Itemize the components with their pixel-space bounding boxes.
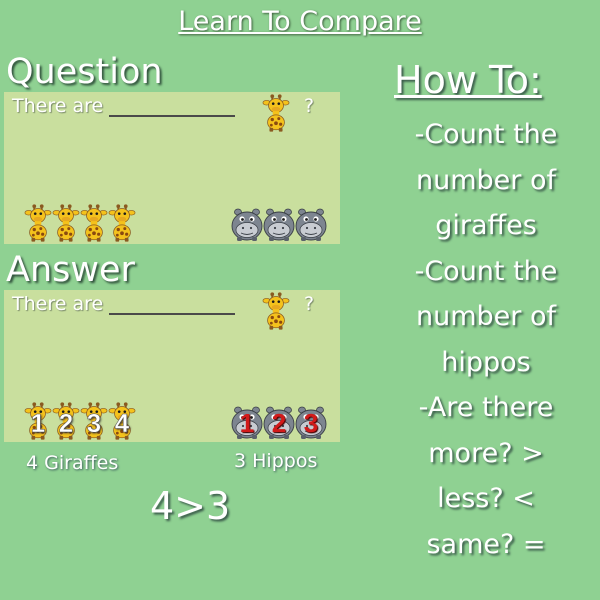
giraffe-count-number: 2 [58, 408, 74, 439]
hippo-icon [262, 206, 296, 242]
howto-title: How To: [394, 58, 542, 102]
question-heading: Question [6, 52, 163, 92]
question-mark: ? [304, 95, 315, 117]
hippo-icon [294, 206, 328, 242]
giraffe-icon [24, 204, 52, 242]
howto-line: -Are there [418, 392, 554, 423]
comparison-result: 4>3 [150, 484, 231, 528]
answer-prompt-text: There are [12, 293, 104, 315]
giraffe-icon [80, 204, 108, 242]
answer-panel: There are ? 1 2 3 4 1 2 3 [4, 290, 340, 442]
howto-line: -Count the [414, 119, 558, 150]
hippo-count-number: 3 [303, 408, 319, 438]
howto-line: less? < [437, 483, 535, 514]
howto-line: same? = [426, 528, 546, 560]
answer-prompt: There are [12, 293, 236, 315]
answer-answer-blank [109, 297, 236, 315]
giraffe-icon [108, 204, 136, 242]
question-prompt-text: There are [12, 95, 104, 117]
howto-line: giraffes [435, 210, 537, 241]
giraffe-count-number: 1 [30, 408, 46, 439]
howto-line: number of [416, 301, 556, 332]
giraffe-icon [52, 204, 80, 242]
giraffe-count-number: 3 [86, 408, 102, 439]
giraffe-icon [262, 292, 290, 330]
howto-instructions: -Count the number of giraffes -Count the… [380, 112, 592, 567]
answer-question-mark: ? [304, 293, 315, 315]
hippo-count-number: 2 [271, 408, 287, 438]
hippo-count-caption: 3 Hippos [234, 450, 318, 472]
question-prompt: There are [12, 95, 236, 117]
giraffe-count-caption: 4 Giraffes [26, 452, 119, 474]
howto-line: number of [416, 164, 556, 196]
answer-heading: Answer [6, 250, 135, 290]
giraffe-count-number: 4 [114, 408, 130, 439]
howto-line: more? > [428, 437, 544, 469]
howto-line: hippos [441, 346, 531, 378]
hippo-count-number: 1 [239, 408, 255, 438]
hippo-icon [230, 206, 264, 242]
question-panel: There are ? [4, 92, 340, 244]
howto-line: -Count the [414, 255, 558, 287]
question-answer-blank [109, 99, 236, 117]
giraffe-icon [262, 94, 290, 132]
page-title: Learn To Compare [178, 6, 422, 37]
